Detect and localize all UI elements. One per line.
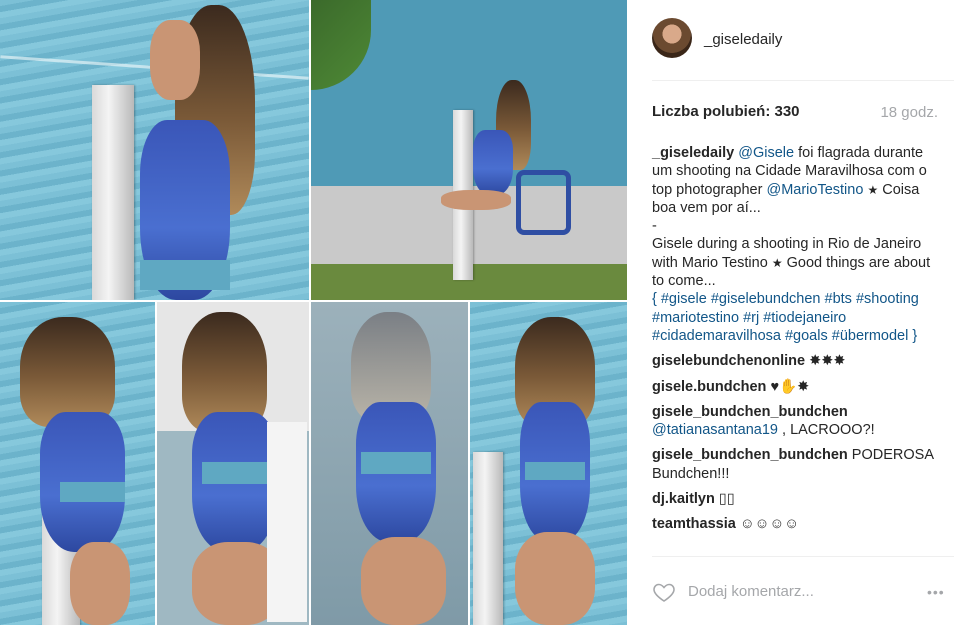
comment-text: ▯▯	[714, 491, 735, 508]
mention-link[interactable]: @MarioTestino	[766, 182, 863, 198]
photo-tile-1	[0, 0, 309, 300]
photo-tile-4	[157, 302, 309, 625]
comment-username[interactable]: dj.kaitlyn	[652, 491, 715, 507]
comment-text: , LACROOO?!	[777, 422, 875, 439]
comment-input[interactable]: Dodaj komentarz...	[688, 583, 814, 600]
mention-link[interactable]: @tatianasantana19	[652, 422, 778, 438]
mention-link[interactable]: @Gisele	[738, 145, 794, 161]
photo-tile-5	[311, 302, 468, 625]
comment-text: ☺☺☺☺	[735, 516, 800, 533]
comment-text: ♥✋✸	[766, 378, 810, 395]
star-emoji-icon: ★	[771, 255, 783, 270]
comment-item: dj.kaitlyn ▯▯	[652, 490, 942, 508]
comment-item: giselebundchenonline ✸✸✸	[652, 352, 942, 370]
comment-item: gisele_bundchen_bundchen PODEROSA Bundch…	[652, 446, 942, 483]
post-sidebar: _giseledaily Liczba polubień: 330 18 god…	[627, 0, 960, 625]
photo-tile-2	[311, 0, 627, 300]
avatar[interactable]	[652, 18, 692, 58]
comment-username[interactable]: gisele.bundchen	[652, 379, 766, 395]
instagram-post: _giseledaily Liczba polubień: 330 18 god…	[0, 0, 960, 625]
comment-username[interactable]: gisele_bundchen_bundchen	[652, 404, 848, 420]
star-emoji-icon: ★	[867, 182, 879, 197]
comments-list: _giseledaily @Gisele foi flagrada durant…	[652, 144, 942, 541]
comment-item: gisele_bundchen_bundchen @tatianasantana…	[652, 403, 942, 440]
comment-username[interactable]: gisele_bundchen_bundchen	[652, 447, 848, 463]
comment-item: teamthassia ☺☺☺☺	[652, 515, 942, 533]
username-link[interactable]: _giseledaily	[704, 31, 782, 48]
comment-username[interactable]: teamthassia	[652, 516, 736, 532]
caption-dash: -	[652, 218, 657, 235]
heart-icon[interactable]	[652, 580, 676, 604]
caption: _giseledaily @Gisele foi flagrada durant…	[652, 144, 942, 345]
comment-item: gisele.bundchen ♥✋✸	[652, 378, 942, 396]
comment-bar: Dodaj komentarz... •••	[627, 556, 960, 625]
post-photo[interactable]	[0, 0, 627, 625]
photo-tile-6	[470, 302, 627, 625]
comment-username[interactable]: giselebundchenonline	[652, 353, 805, 369]
likes-count[interactable]: Liczba polubień: 330	[652, 103, 800, 120]
divider	[652, 80, 954, 81]
more-options-icon[interactable]: •••	[927, 584, 945, 600]
post-header: _giseledaily	[652, 18, 952, 64]
caption-username[interactable]: _giseledaily	[652, 145, 734, 161]
post-timestamp[interactable]: 18 godz.	[880, 104, 938, 121]
comment-text: ✸✸✸	[805, 353, 846, 370]
photo-tile-3	[0, 302, 155, 625]
hashtags[interactable]: { #gisele #giselebundchen #bts #shooting…	[652, 291, 919, 344]
